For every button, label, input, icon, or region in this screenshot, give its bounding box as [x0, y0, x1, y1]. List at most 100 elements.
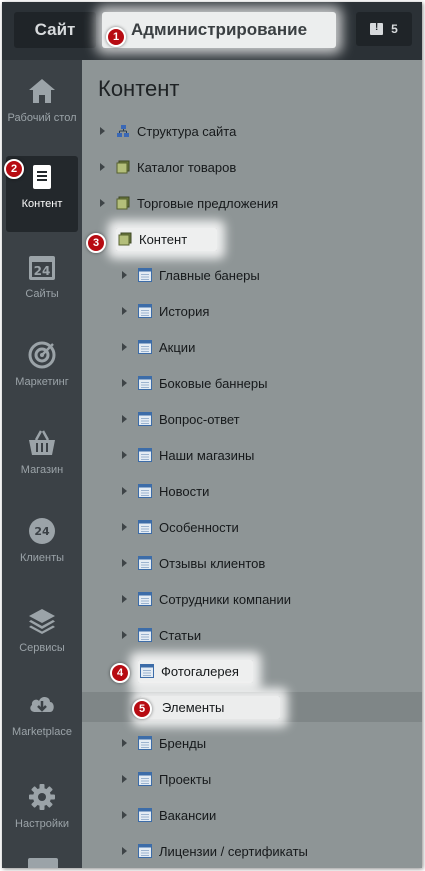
- site-button-label: Сайт: [34, 20, 76, 39]
- tree-item-brands[interactable]: Бренды: [82, 728, 422, 758]
- tree-item-label: Каталог товаров: [137, 159, 237, 175]
- expand-arrow-icon[interactable]: [122, 415, 127, 423]
- sidebar-item-settings[interactable]: Настройки: [6, 776, 78, 852]
- expand-arrow-icon[interactable]: [122, 271, 127, 279]
- sidebar-item-label: Marketplace: [12, 726, 72, 738]
- tree-item-label: Элементы: [162, 699, 225, 715]
- tree-item-vacancies[interactable]: Вакансии: [82, 800, 422, 830]
- target-icon: [28, 341, 56, 369]
- tree-item-main-banners[interactable]: Главные банеры: [82, 260, 422, 290]
- site-structure-icon: [117, 125, 129, 137]
- document-icon: [33, 165, 51, 189]
- sidebar-item-marketing[interactable]: Маркетинг: [6, 334, 78, 410]
- expand-arrow-icon[interactable]: [100, 163, 105, 171]
- expand-arrow-icon[interactable]: [122, 775, 127, 783]
- sidebar-item-shop[interactable]: Магазин: [6, 422, 78, 498]
- sidebar-item-clients[interactable]: 24 Клиенты: [6, 510, 78, 586]
- sidebar-more-icon: [28, 858, 58, 868]
- sidebar-item-desktop[interactable]: Рабочий стол: [6, 70, 78, 146]
- expand-arrow-icon[interactable]: [122, 739, 127, 747]
- step-badge-4: 4: [110, 663, 130, 683]
- infoblock-icon: [138, 628, 152, 642]
- gear-icon: [29, 784, 55, 810]
- expand-arrow-icon[interactable]: [100, 127, 105, 135]
- expand-arrow-icon[interactable]: [100, 199, 105, 207]
- expand-arrow-icon[interactable]: [122, 847, 127, 855]
- tree-item-news[interactable]: Новости: [82, 476, 422, 506]
- expand-arrow-icon[interactable]: [122, 559, 127, 567]
- calendar-24-icon: 24: [29, 256, 55, 280]
- infoblock-icon: [138, 412, 152, 426]
- sidebar-item-sites[interactable]: 24 Сайты: [6, 246, 78, 322]
- sidebar-item-label: Клиенты: [19, 552, 65, 564]
- tree-item-promotions[interactable]: Акции: [82, 332, 422, 362]
- administration-button[interactable]: Администрирование: [102, 12, 336, 48]
- sidebar-item-services[interactable]: Сервисы: [6, 600, 78, 676]
- step-badge-5: 5: [132, 699, 152, 719]
- tree-item-faq[interactable]: Вопрос-ответ: [82, 404, 422, 434]
- infoblock-icon: [138, 340, 152, 354]
- expand-arrow-icon[interactable]: [122, 631, 127, 639]
- infoblock-icon: [138, 772, 152, 786]
- tree-item-projects[interactable]: Проекты: [82, 764, 422, 794]
- sidebar: Рабочий стол Контент 24 Сайты Маркетинг …: [2, 60, 82, 868]
- layers-icon: [29, 609, 55, 634]
- expand-arrow-icon[interactable]: [122, 379, 127, 387]
- tree-item-label: Акции: [159, 339, 196, 355]
- tree-item-site-structure[interactable]: Структура сайта: [82, 116, 422, 146]
- infoblock-icon: [138, 484, 152, 498]
- step-badge-2: 2: [4, 159, 24, 179]
- tree-item-our-stores[interactable]: Наши магазины: [82, 440, 422, 470]
- tree-item-side-banners[interactable]: Боковые баннеры: [82, 368, 422, 398]
- tree-item-label: Наши магазины: [159, 447, 255, 463]
- tree-item-label: Вакансии: [159, 807, 217, 823]
- tree-item-trade-offers[interactable]: Торговые предложения: [82, 188, 422, 218]
- step-badge-1: 1: [106, 27, 126, 47]
- tree-item-staff[interactable]: Сотрудники компании: [82, 584, 422, 614]
- infoblock-icon: [138, 844, 152, 858]
- tree-item-label: Сотрудники компании: [159, 591, 291, 607]
- expand-arrow-icon[interactable]: [122, 343, 127, 351]
- expand-arrow-icon[interactable]: [122, 811, 127, 819]
- infoblock-icon: [138, 448, 152, 462]
- svg-text:24: 24: [34, 264, 51, 278]
- page-title: Контент: [98, 76, 180, 101]
- site-button[interactable]: Сайт: [14, 12, 96, 48]
- tree-item-label: Особенности: [159, 519, 239, 535]
- tree-item-catalog[interactable]: Каталог товаров: [82, 152, 422, 182]
- tree-item-label: Структура сайта: [137, 123, 237, 139]
- tree-item-articles[interactable]: Статьи: [82, 620, 422, 650]
- tree-item-history[interactable]: История: [82, 296, 422, 326]
- tree-item-features[interactable]: Особенности: [82, 512, 422, 542]
- notifications-button[interactable]: 5: [356, 12, 412, 46]
- infoblock-icon: [138, 808, 152, 822]
- tree-item-content[interactable]: Контент: [82, 224, 422, 254]
- tree-item-reviews[interactable]: Отзывы клиентов: [82, 548, 422, 578]
- tree-item-label: Проекты: [159, 771, 212, 787]
- expand-arrow-icon[interactable]: [122, 523, 127, 531]
- tree-item-label: Фотогалерея: [161, 663, 239, 679]
- infoblock-type-icon: [118, 232, 132, 246]
- sidebar-item-marketplace[interactable]: Marketplace: [6, 684, 78, 760]
- tree-item-highlight: Контент: [116, 227, 218, 251]
- infoblock-type-icon: [116, 196, 130, 210]
- content-panel: Контент Структура сайта Каталог товаров: [82, 60, 422, 868]
- tree-item-photo-gallery[interactable]: Фотогалерея: [82, 656, 422, 686]
- home-icon: [29, 79, 55, 103]
- sidebar-item-label: Рабочий стол: [7, 112, 77, 124]
- tree-item-label: Главные банеры: [159, 267, 260, 283]
- tree-item-highlight: Фотогалерея: [138, 659, 253, 683]
- expand-arrow-icon[interactable]: [122, 307, 127, 315]
- expand-arrow-icon[interactable]: [122, 595, 127, 603]
- expand-arrow-icon[interactable]: [122, 487, 127, 495]
- expand-arrow-icon[interactable]: [122, 451, 127, 459]
- infoblock-icon: [138, 736, 152, 750]
- tree-item-label: Бренды: [159, 735, 207, 751]
- clients-24-icon: 24: [29, 518, 55, 544]
- basket-icon: [29, 430, 55, 455]
- tree-item-label: Новости: [159, 483, 210, 499]
- tree-item-licenses[interactable]: Лицензии / сертификаты: [82, 836, 422, 866]
- tree-item-label: Отзывы клиентов: [159, 555, 266, 571]
- sidebar-item-label: Сайты: [25, 288, 59, 300]
- notifications-count: 5: [391, 22, 398, 36]
